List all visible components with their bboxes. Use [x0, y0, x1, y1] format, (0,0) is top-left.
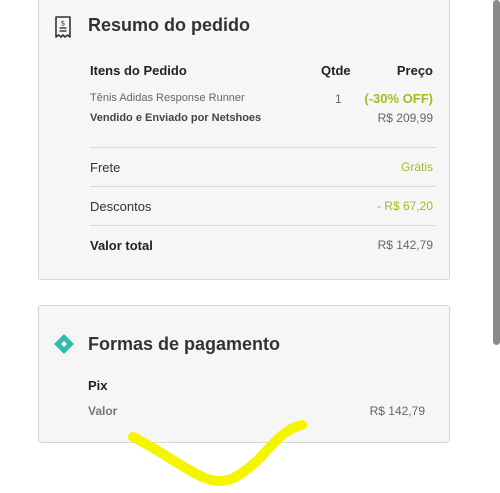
- highlighter-annotation: [128, 420, 307, 487]
